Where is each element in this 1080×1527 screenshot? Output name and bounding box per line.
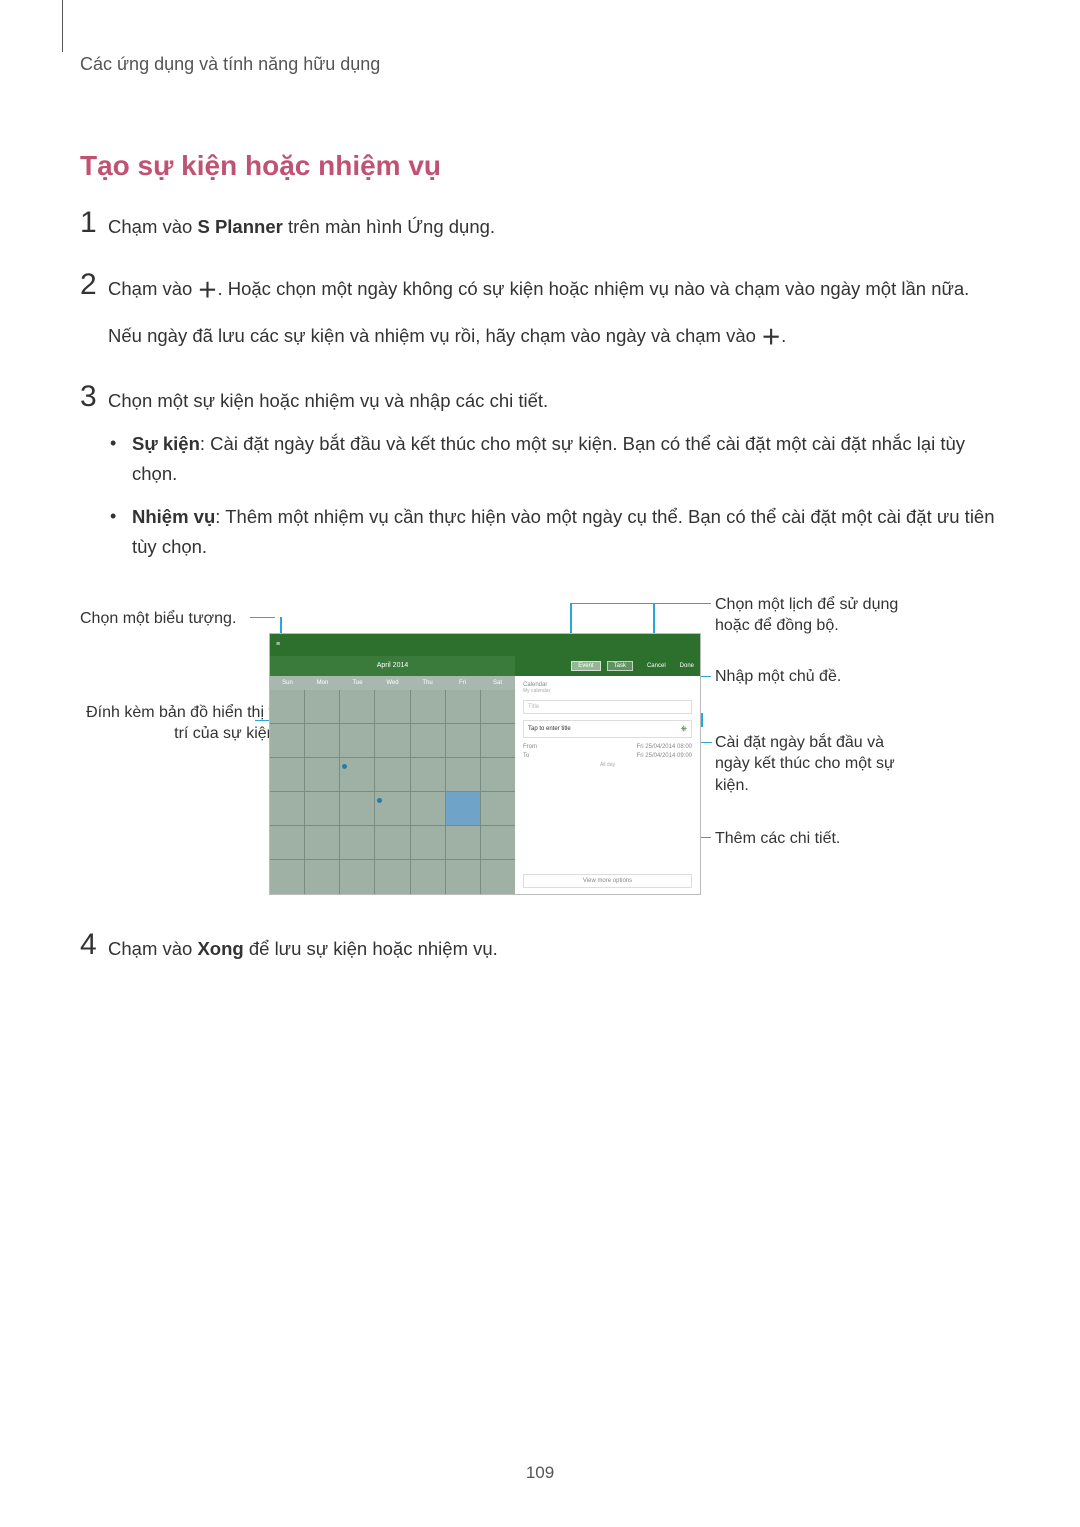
bullet2-text: : Thêm một nhiệm vụ cần thực hiện vào mộ… xyxy=(132,506,995,557)
callout-line xyxy=(570,603,572,636)
callout-attach-map: Đính kèm bản đồ hiển thị vị trí của sự k… xyxy=(80,702,280,745)
page-title: Tạo sự kiện hoặc nhiệm vụ xyxy=(80,150,1000,182)
status-icon: ≡ xyxy=(276,641,280,648)
tab-event[interactable]: Event xyxy=(571,661,600,671)
title-field[interactable]: Title xyxy=(523,700,692,714)
step2-p1-pre: Chạm vào xyxy=(108,278,197,299)
step4-post: để lưu sự kiện hoặc nhiệm vụ. xyxy=(244,938,498,959)
cancel-button[interactable]: Cancel xyxy=(647,663,666,669)
step-number: 3 xyxy=(80,382,108,412)
device-month: April 2014 xyxy=(270,656,515,676)
done-button[interactable]: Done xyxy=(680,663,694,669)
callout-line xyxy=(700,742,712,744)
to-value: Fri 25/04/2014 09:00 xyxy=(637,753,692,759)
allday-label: All day xyxy=(523,762,692,768)
callout-select-icon: Chọn một biểu tượng. xyxy=(80,608,236,630)
callout-set-dates: Cài đặt ngày bắt đầu và ngày kết thúc ch… xyxy=(715,732,915,797)
breadcrumb: Các ứng dụng và tính năng hữu dụng xyxy=(80,54,1000,75)
device-statusbar: ≡ xyxy=(270,634,700,656)
page-number: 109 xyxy=(0,1463,1080,1483)
plus-icon: ＋ xyxy=(197,275,217,307)
step-number: 1 xyxy=(80,208,108,238)
step-4: 4 Chạm vào Xong để lưu sự kiện hoặc nhiệ… xyxy=(80,934,1000,978)
bullet2-label: Nhiệm vụ xyxy=(132,506,215,527)
callout-line xyxy=(570,603,653,605)
step1-pre: Chạm vào xyxy=(108,216,197,237)
step3-intro: Chọn một sự kiện hoặc nhiệm vụ và nhập c… xyxy=(108,386,1000,416)
day-label: Thu xyxy=(410,676,445,690)
callout-enter-title: Nhập một chủ đề. xyxy=(715,666,841,688)
from-value: Fri 25/04/2014 08:00 xyxy=(637,744,692,750)
step1-bold: S Planner xyxy=(197,216,282,237)
day-label: Fri xyxy=(445,676,480,690)
device-event-panel: Event Task Cancel Done Calendar My calen… xyxy=(515,656,700,894)
day-label: Sun xyxy=(270,676,305,690)
list-item: Sự kiện: Cài đặt ngày bắt đầu và kết thú… xyxy=(132,429,1000,488)
to-label: To xyxy=(523,753,529,759)
step2-p2-pre: Nếu ngày đã lưu các sự kiện và nhiệm vụ … xyxy=(108,325,761,346)
from-label: From xyxy=(523,744,537,750)
callout-more-details: Thêm các chi tiết. xyxy=(715,828,840,850)
list-item: Nhiệm vụ: Thêm một nhiệm vụ cần thực hiệ… xyxy=(132,502,1000,561)
device-screenshot: ≡ April 2014 Sun Mon Tue Wed Thu Fri Sat xyxy=(270,634,700,894)
step4-pre: Chạm vào xyxy=(108,938,197,959)
callout-select-calendar: Chọn một lịch để sử dụng hoặc để đồng bộ… xyxy=(715,594,915,637)
step-3: 3 Chọn một sự kiện hoặc nhiệm vụ và nhập… xyxy=(80,386,1000,576)
side-rule xyxy=(62,0,63,52)
step-2: 2 Chạm vào ＋. Hoặc chọn một ngày không c… xyxy=(80,274,1000,368)
device-panel-header: Event Task Cancel Done xyxy=(515,656,700,676)
figure: Chọn một biểu tượng. Đính kèm bản đồ hiể… xyxy=(80,594,1000,904)
day-label: Mon xyxy=(305,676,340,690)
callout-line xyxy=(250,617,275,619)
steps-list: 1 Chạm vào S Planner trên màn hình Ứng d… xyxy=(80,212,1000,977)
plus-icon: ＋ xyxy=(761,322,781,354)
day-label: Sat xyxy=(480,676,515,690)
device-calendar: April 2014 Sun Mon Tue Wed Thu Fri Sat xyxy=(270,656,515,894)
step-1: 1 Chạm vào S Planner trên màn hình Ứng d… xyxy=(80,212,1000,256)
device-calendar-grid xyxy=(270,690,515,894)
time-fields[interactable]: From Fri 25/04/2014 08:00 To Fri 25/04/201… xyxy=(523,744,692,768)
location-pin-icon[interactable]: ⎈ xyxy=(681,724,687,734)
day-label: Wed xyxy=(375,676,410,690)
step2-p1-post: . Hoặc chọn một ngày không có sự kiện ho… xyxy=(217,278,969,299)
day-label: Tue xyxy=(340,676,375,690)
location-field[interactable]: Tap to enter title ⎈ xyxy=(523,720,692,738)
step1-post: trên màn hình Ứng dụng. xyxy=(283,216,495,237)
step2-p2-post: . xyxy=(781,325,786,346)
bullet1-text: : Cài đặt ngày bắt đầu và kết thúc cho m… xyxy=(132,433,965,484)
device-day-header: Sun Mon Tue Wed Thu Fri Sat xyxy=(270,676,515,690)
location-placeholder: Tap to enter title xyxy=(528,726,571,732)
step-number: 4 xyxy=(80,930,108,960)
step4-bold: Xong xyxy=(197,938,243,959)
view-more-button[interactable]: View more options xyxy=(523,874,692,888)
bullet1-label: Sự kiện xyxy=(132,433,200,454)
callout-line xyxy=(653,603,711,605)
step-number: 2 xyxy=(80,270,108,300)
tab-task[interactable]: Task xyxy=(607,661,633,671)
calendar-sub: My calendar xyxy=(523,688,692,694)
